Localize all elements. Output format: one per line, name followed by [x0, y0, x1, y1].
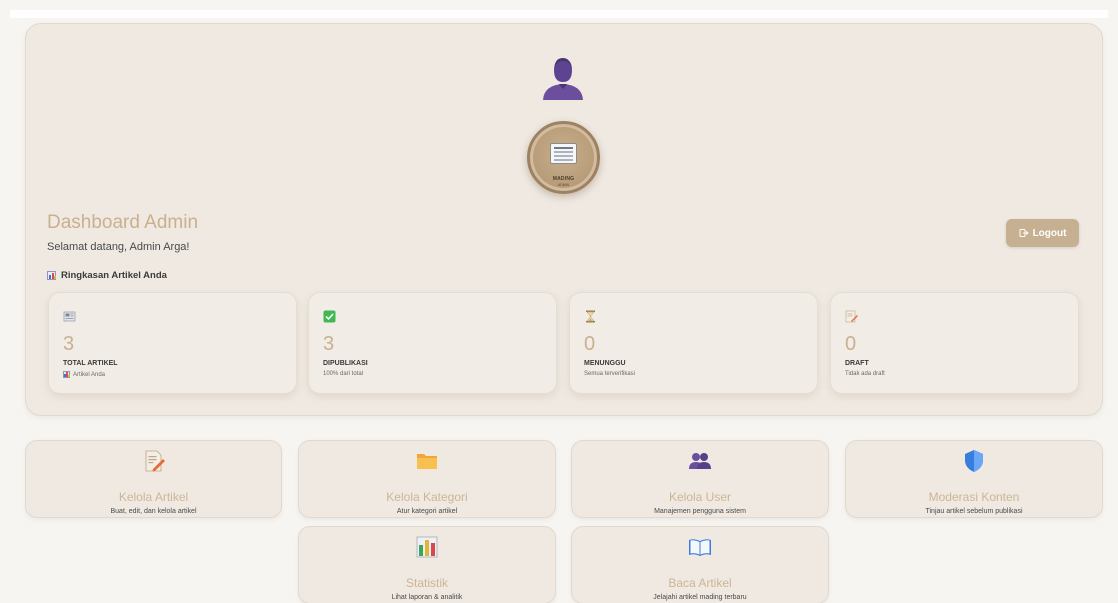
bar-chart-icon	[47, 271, 56, 280]
newspaper-logo-icon	[550, 143, 577, 164]
menu-card-kelola-kategori[interactable]: Kelola Kategori Atur kategori artikel	[298, 440, 556, 518]
statistics-chart-icon	[416, 536, 438, 558]
user-avatar-icon	[543, 58, 583, 100]
summary-heading: Ringkasan Artikel Anda	[47, 270, 167, 281]
hourglass-icon	[586, 310, 595, 323]
menu-description: Atur kategori artikel	[396, 508, 458, 515]
stat-card-pending: 0 MENUNGGU Semua terverifikasi	[569, 292, 818, 394]
page-title: Dashboard Admin	[47, 212, 199, 233]
menu-title: Kelola Artikel	[118, 490, 189, 504]
edit-document-icon	[145, 450, 165, 472]
stat-label: DRAFT	[845, 360, 869, 367]
menu-card-statistik[interactable]: Statistik Lihat laporan & analitik	[298, 526, 556, 603]
stat-value: 3	[323, 333, 335, 355]
stat-subtext: Tidak ada draft	[845, 371, 885, 377]
memo-icon	[845, 310, 858, 323]
check-box-icon	[323, 310, 336, 323]
shield-icon	[965, 450, 983, 472]
stat-value: 0	[845, 333, 857, 355]
newspaper-icon	[63, 311, 76, 322]
welcome-text: Selamat datang, Admin Arga!	[47, 241, 190, 253]
stat-label: MENUNGGU	[584, 360, 626, 367]
menu-card-baca-artikel[interactable]: Baca Artikel Jelajahi artikel mading ter…	[571, 526, 829, 603]
summary-title: Ringkasan Artikel Anda	[61, 270, 167, 281]
stat-label: TOTAL ARTIKEL	[63, 360, 118, 367]
menu-description: Lihat laporan & analitik	[391, 594, 463, 601]
logout-icon	[1019, 229, 1029, 237]
mading-logo: MADING ADMIN	[527, 121, 600, 194]
stat-card-total: 3 TOTAL ARTIKEL Artikel Anda	[48, 292, 297, 394]
menu-description: Buat, edit, dan kelola artikel	[110, 508, 197, 515]
menu-title: Statistik	[405, 576, 448, 590]
logo-text: MADING	[552, 176, 575, 182]
bar-chart-icon	[63, 371, 70, 378]
stat-subtext: Semua terverifikasi	[584, 371, 636, 377]
stat-value: 0	[584, 333, 596, 355]
stat-card-draft: 0 DRAFT Tidak ada draft	[830, 292, 1079, 394]
menu-title: Kelola Kategori	[386, 490, 468, 504]
stat-card-published: 3 DIPUBLIKASI 100% dari total	[308, 292, 557, 394]
stat-value: 3	[63, 333, 75, 355]
open-book-icon	[689, 539, 711, 556]
menu-title: Kelola User	[668, 490, 732, 504]
logo-subtext: ADMIN	[557, 183, 570, 187]
menu-description: Jelajahi artikel mading terbaru	[653, 594, 747, 601]
logout-label: Logout	[1032, 227, 1067, 239]
top-strip	[10, 10, 1108, 18]
menu-title: Baca Artikel	[668, 576, 732, 590]
menu-title: Moderasi Konten	[928, 490, 1020, 504]
menu-description: Manajemen pengguna sistem	[654, 508, 746, 515]
stat-subtext: Artikel Anda	[63, 371, 105, 378]
folder-icon	[417, 454, 437, 469]
menu-card-kelola-user[interactable]: Kelola User Manajemen pengguna sistem	[571, 440, 829, 518]
users-icon	[689, 453, 711, 469]
stat-subtext: 100% dari total	[323, 371, 364, 377]
stat-label: DIPUBLIKASI	[323, 360, 368, 367]
logout-button[interactable]: Logout	[1006, 219, 1079, 247]
menu-card-kelola-artikel[interactable]: Kelola Artikel Buat, edit, dan kelola ar…	[25, 440, 282, 518]
menu-description: Tinjau artikel sebelum publikasi	[925, 508, 1023, 515]
menu-card-moderasi-konten[interactable]: Moderasi Konten Tinjau artikel sebelum p…	[845, 440, 1103, 518]
